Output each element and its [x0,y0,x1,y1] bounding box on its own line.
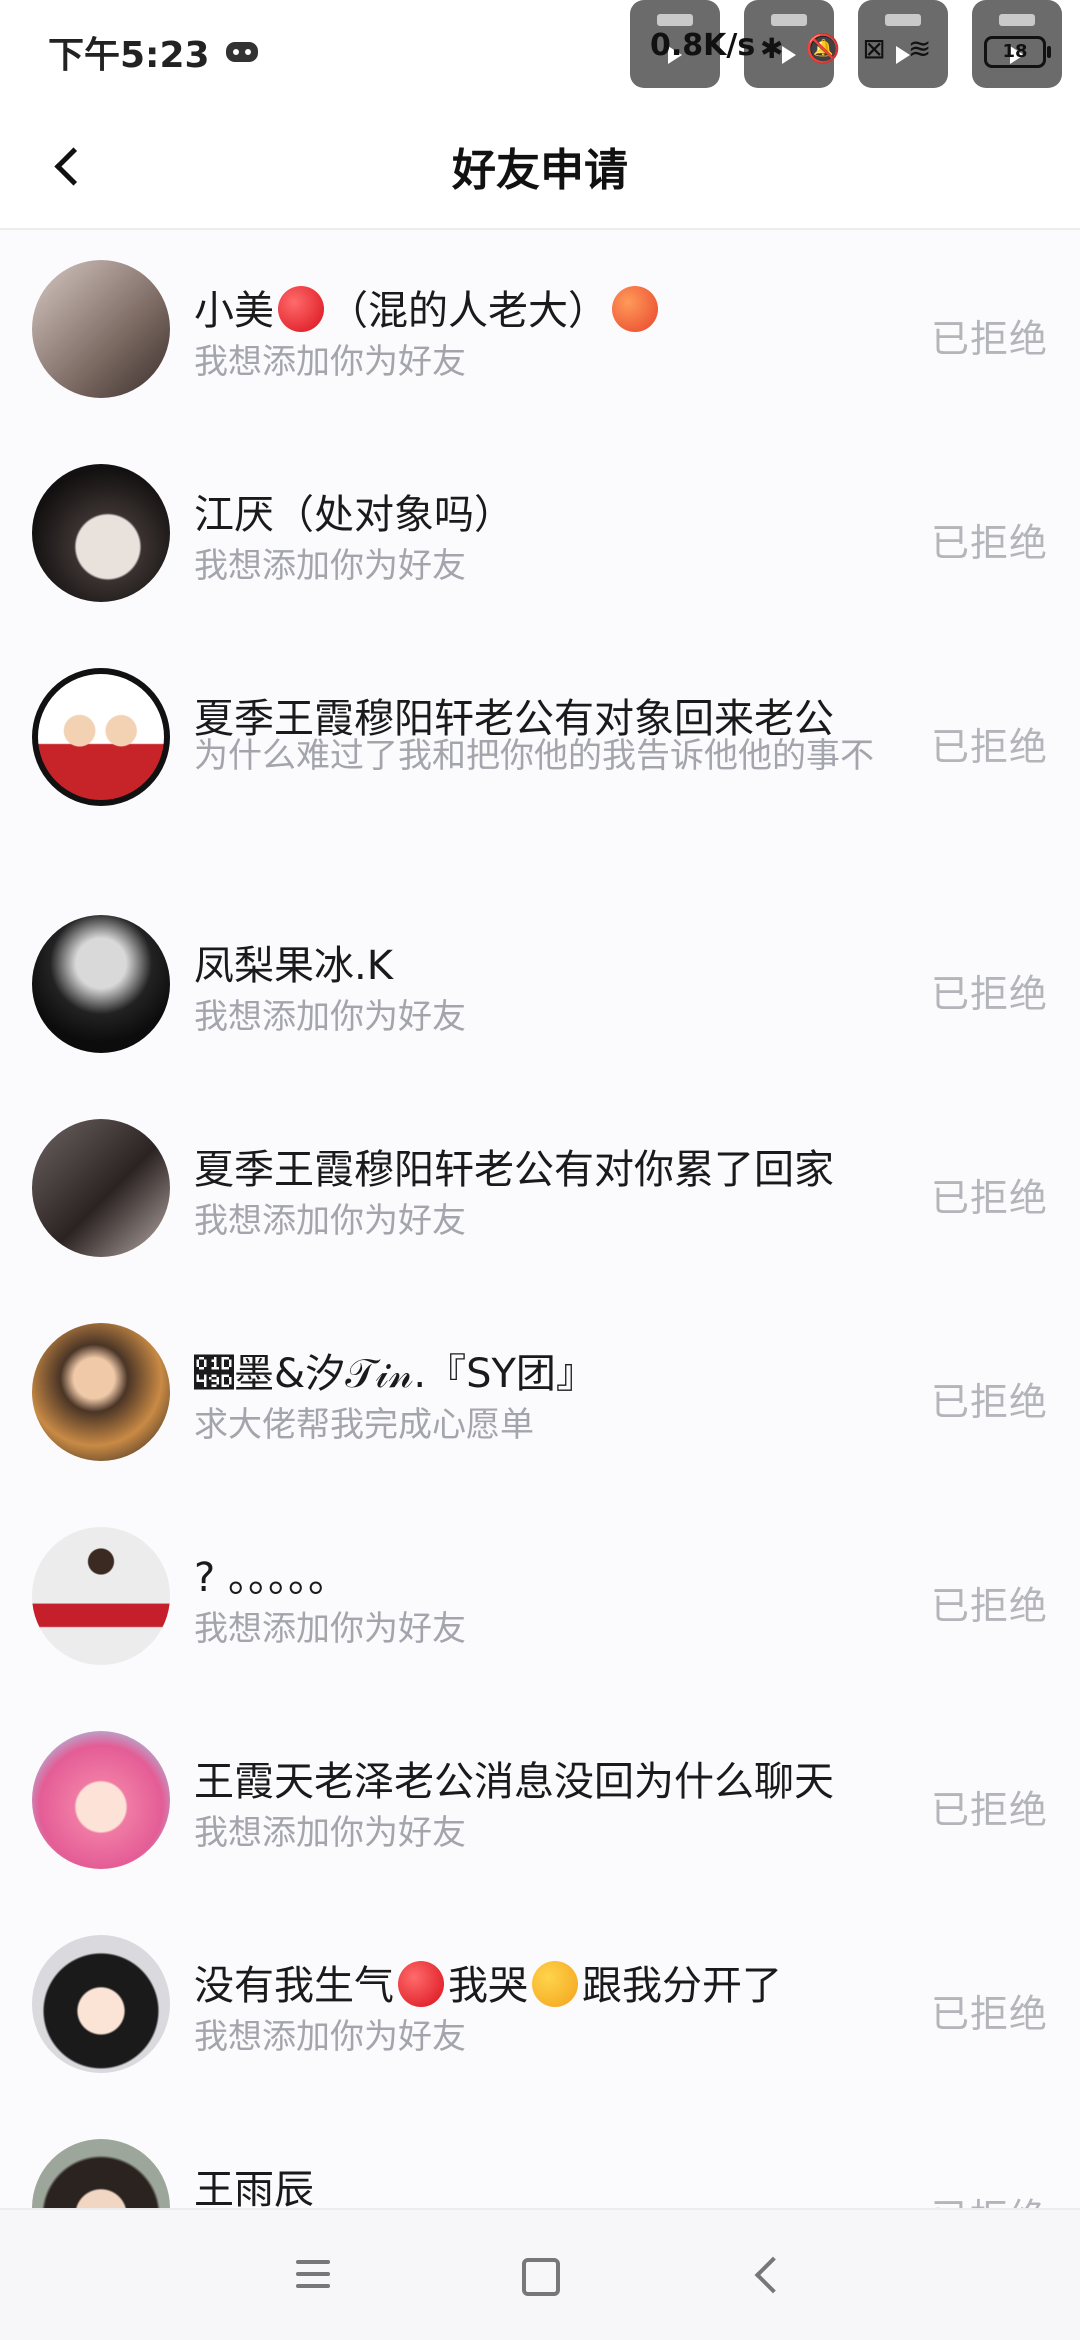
avatar[interactable] [32,1119,170,1257]
hot-face-emoji-icon [612,286,658,332]
status-icons: ✱ 🔕 ⊠ ≋ [760,32,931,65]
request-message: 我想添加你为好友 [194,342,466,382]
friend-request-item[interactable]: 没有我生气 我哭 跟我分开了 我想添加你为好友 已拒绝 [0,1905,1080,2109]
friend-request-item[interactable]: 小美 （混的人老大） 我想添加你为好友 已拒绝 [0,230,1080,434]
request-name: 小美 （混的人老大） [194,278,662,336]
friend-request-item[interactable]: 夏季王霞穆阳轩老公有对你累了回家 我想添加你为好友 已拒绝 [0,1089,1080,1293]
friend-request-item[interactable]: 凤梨果冰.K 我想添加你为好友 已拒绝 [0,885,1080,1089]
battery-icon: 18 [984,36,1051,68]
avatar[interactable] [32,1527,170,1665]
avatar[interactable] [32,1935,170,2073]
request-status: 已拒绝 [930,1788,1048,1832]
request-status: 已拒绝 [930,317,1048,361]
request-status: 已拒绝 [930,521,1048,565]
friend-request-item[interactable]: 王雨辰 已拒绝 [0,2109,1080,2210]
request-name: ? 。。。。。 [194,1555,348,1601]
home-button[interactable] [508,2250,568,2300]
friend-request-item[interactable]: 江厌（处对象吗） 我想添加你为好友 已拒绝 [0,434,1080,638]
request-message: 我想添加你为好友 [194,997,466,1037]
menu-line-icon [296,2284,330,2288]
request-name: 王霞天老泽老公消息没回为什么聊天 [194,1759,834,1805]
avatar[interactable] [32,1323,170,1461]
request-message: 我想添加你为好友 [194,1813,466,1853]
request-status: 已拒绝 [930,1176,1048,1220]
request-name: 没有我生气 我哭 跟我分开了 [194,1961,782,2009]
system-back-button[interactable] [738,2250,798,2300]
request-status: 已拒绝 [930,725,1048,769]
avatar[interactable] [32,464,170,602]
status-bar: 下午5:23 0.8K/s ✱ 🔕 ⊠ ≋ 18 [0,0,1080,110]
system-nav-bar [0,2208,1080,2340]
request-message: 我想添加你为好友 [194,1609,466,1649]
avatar[interactable] [32,1731,170,1869]
request-message: 我想添加你为好友 [194,2017,466,2057]
recent-apps-button[interactable] [284,2250,344,2300]
wifi-icon: ≋ [907,32,932,65]
status-time: 下午5:23 [48,26,258,78]
avatar[interactable] [32,260,170,398]
angry-emoji-icon [278,286,324,332]
request-name: 夏季王霞穆阳轩老公有对你累了回家 [194,1147,834,1193]
avatar[interactable] [32,2139,170,2210]
angry-emoji-icon [398,1961,444,2007]
request-message: 我想添加你为好友 [194,1201,466,1241]
friend-request-list[interactable]: 小美 （混的人老大） 我想添加你为好友 已拒绝 江厌（处对象吗） 我想添加你为好友… [0,230,1080,2210]
request-status: 已拒绝 [930,1584,1048,1628]
header: 好友申请 [0,110,1080,230]
request-name: 王雨辰 [194,2167,314,2210]
menu-line-icon [296,2272,330,2276]
request-status: 已拒绝 [931,2187,1048,2210]
net-speed: 0.8K/s [650,28,756,63]
page-title: 好友申请 [452,145,628,196]
request-name: 江厌（处对象吗） [194,492,514,538]
screen: 下午5:23 0.8K/s ✱ 🔕 ⊠ ≋ 18 好友申请 小美 （混的人老大）… [0,0,1080,2340]
request-message: 我想添加你为好友 [194,546,466,586]
crying-emoji-icon [532,1961,578,2007]
menu-line-icon [296,2260,330,2264]
friend-request-item[interactable]: ? 。。。。。 我想添加你为好友 已拒绝 [0,1497,1080,1701]
sim-off-icon: ⊠ [862,32,886,65]
avatar[interactable] [32,668,170,806]
friend-request-item[interactable]: 王霞天老泽老公消息没回为什么聊天 我想添加你为好友 已拒绝 [0,1701,1080,1905]
bluetooth-icon: ✱ [760,32,784,65]
game-controller-icon [225,40,258,64]
request-status: 已拒绝 [930,972,1048,1016]
request-name: 𝒝墨&汐𝒯𝒾𝓃.『SY团』 [194,1351,596,1397]
request-name: 凤梨果冰.K [194,943,393,989]
request-message: 求大佬帮我完成心愿单 [194,1405,534,1445]
request-status: 已拒绝 [930,1380,1048,1424]
friend-request-item[interactable]: 夏季王霞穆阳轩老公有对象回来老公 为什么难过了我和把你他的我告诉他他的事不 已拒… [0,638,1080,882]
request-message: 为什么难过了我和把你他的我告诉他他的事不 [194,736,874,776]
request-status: 已拒绝 [930,1992,1048,2036]
friend-request-item[interactable]: 𝒝墨&汐𝒯𝒾𝓃.『SY团』 求大佬帮我完成心愿单 已拒绝 [0,1293,1080,1497]
avatar[interactable] [32,915,170,1053]
time-label: 下午5:23 [48,35,210,76]
bell-off-icon: 🔕 [805,32,841,65]
